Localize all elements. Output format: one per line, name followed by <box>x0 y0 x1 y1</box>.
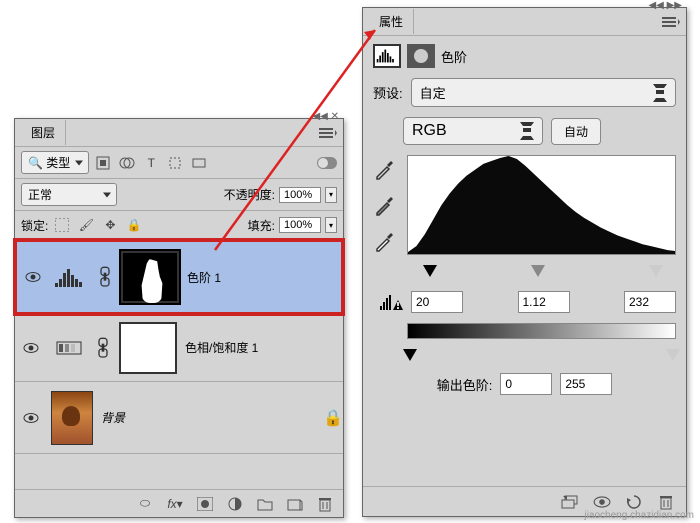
clip-warning-icon[interactable] <box>379 292 403 312</box>
preset-row: 预设: 自定 <box>373 78 676 107</box>
delete-layer-icon[interactable] <box>315 494 335 514</box>
layer-effects-icon[interactable]: fx▾ <box>165 494 185 514</box>
visibility-icon[interactable] <box>23 340 39 356</box>
visibility-icon[interactable] <box>25 269 41 285</box>
filter-smartobj-icon[interactable] <box>189 153 209 173</box>
layer-thumbnail[interactable] <box>51 391 93 445</box>
gray-eyedropper-icon[interactable] <box>373 195 395 217</box>
mask-link-icon[interactable] <box>97 266 113 287</box>
filter-type-label: 类型 <box>46 156 70 170</box>
lock-label: 锁定: <box>21 217 48 234</box>
output-black-field[interactable] <box>500 373 552 395</box>
delete-adjustment-icon[interactable] <box>656 492 676 512</box>
layer-name-label: 背景 <box>101 409 315 426</box>
mask-mode-icon[interactable] <box>407 44 435 68</box>
auto-button[interactable]: 自动 <box>551 118 601 145</box>
link-layers-icon[interactable]: ⬭ <box>135 494 155 514</box>
panel-collapse-icons[interactable]: ◀◀ ▶▶ <box>648 0 682 11</box>
preset-label: 预设: <box>373 83 403 102</box>
layer-name-label: 色相/饱和度 1 <box>185 339 339 356</box>
layer-hue-saturation[interactable]: 色相/饱和度 1 <box>15 314 343 382</box>
layer-mask-thumbnail[interactable] <box>119 322 177 374</box>
channel-row: RGB 自动 <box>373 117 676 145</box>
histogram-chart <box>407 155 676 255</box>
opacity-input[interactable]: 100% <box>279 187 321 203</box>
output-label: 输出色阶: <box>437 375 493 394</box>
output-white-slider[interactable] <box>666 349 680 361</box>
histogram-area <box>373 155 676 255</box>
panel-collapse-icons[interactable]: ◀◀ ✕ <box>312 111 339 122</box>
layers-panel: ◀◀ ✕ 图层 🔍 类型 T 正常 不透明度: 100% ▾ 锁定: 🖌 ✥ 🔒… <box>14 118 344 518</box>
opacity-label: 不透明度: <box>224 186 275 203</box>
new-adjustment-icon[interactable] <box>225 494 245 514</box>
fill-label: 填充: <box>248 217 275 234</box>
properties-panel: ◀◀ ▶▶ 属性 色阶 预设: 自定 RGB 自动 <box>362 7 687 517</box>
properties-panel-header: 属性 <box>363 8 686 36</box>
layers-panel-header: 图层 <box>15 119 343 147</box>
input-white-field[interactable] <box>624 291 676 313</box>
reset-icon[interactable] <box>624 492 644 512</box>
opacity-dropdown-icon[interactable]: ▾ <box>325 187 337 203</box>
lock-icon: 🔒 <box>323 408 339 428</box>
white-eyedropper-icon[interactable] <box>373 231 395 253</box>
input-gamma-field[interactable] <box>518 291 570 313</box>
levels-adjustment-icon <box>53 265 89 289</box>
fill-input[interactable]: 100% <box>279 217 321 233</box>
clip-to-layer-icon[interactable] <box>560 492 580 512</box>
layers-list: 色阶 1 色相/饱和度 1 背景 🔒 <box>15 238 343 454</box>
black-point-slider[interactable] <box>423 265 437 277</box>
lock-all-icon[interactable]: 🔒 <box>124 215 144 235</box>
filter-type-select[interactable]: 🔍 类型 <box>21 151 89 174</box>
preset-select[interactable]: 自定 <box>411 78 676 107</box>
white-point-slider[interactable] <box>649 265 663 277</box>
filter-shape-icon[interactable] <box>165 153 185 173</box>
output-white-field[interactable] <box>560 373 612 395</box>
hue-sat-adjustment-icon <box>51 336 87 360</box>
input-black-field[interactable] <box>411 291 463 313</box>
panel-menu-icon[interactable] <box>319 126 337 140</box>
visibility-icon[interactable] <box>23 410 39 426</box>
layer-background[interactable]: 背景 🔒 <box>15 382 343 454</box>
channel-select[interactable]: RGB <box>403 117 543 145</box>
layer-filter-row: 🔍 类型 T <box>15 147 343 179</box>
output-levels-row: 输出色阶: <box>373 373 676 395</box>
eyedroppers-column <box>373 155 399 255</box>
view-previous-icon[interactable] <box>592 492 612 512</box>
lock-position-icon[interactable]: ✥ <box>100 215 120 235</box>
output-slider-track <box>407 349 676 363</box>
levels-mode-icon[interactable] <box>373 44 401 68</box>
filter-toggle-icon[interactable] <box>317 153 337 173</box>
watermark-text: jiaocheng.chazidian.com <box>584 510 694 521</box>
layer-name-label: 色阶 1 <box>187 269 337 286</box>
lock-fill-row: 锁定: 🖌 ✥ 🔒 填充: 100% ▾ <box>15 211 343 240</box>
layers-panel-footer: ⬭ fx▾ <box>15 489 343 517</box>
lock-image-icon[interactable]: 🖌 <box>76 215 96 235</box>
filter-adjustment-icon[interactable] <box>117 153 137 173</box>
fill-dropdown-icon[interactable]: ▾ <box>325 217 337 233</box>
input-levels-row <box>373 291 676 313</box>
blend-opacity-row: 正常 不透明度: 100% ▾ <box>15 179 343 211</box>
blend-mode-select[interactable]: 正常 <box>21 183 117 206</box>
layer-mask-thumbnail[interactable] <box>121 251 179 303</box>
new-group-icon[interactable] <box>255 494 275 514</box>
filter-pixel-icon[interactable] <box>93 153 113 173</box>
output-black-slider[interactable] <box>403 349 417 361</box>
adjustment-type-row: 色阶 <box>373 44 676 68</box>
add-mask-icon[interactable] <box>195 494 215 514</box>
filter-type-icon[interactable]: T <box>141 153 161 173</box>
lock-transparent-icon[interactable] <box>52 215 72 235</box>
layer-levels[interactable]: 色阶 1 <box>13 238 345 316</box>
adjustment-name-label: 色阶 <box>441 47 467 66</box>
panel-menu-icon[interactable] <box>662 15 680 29</box>
black-eyedropper-icon[interactable] <box>373 159 395 181</box>
properties-body: 色阶 预设: 自定 RGB 自动 <box>363 36 686 403</box>
input-slider-track <box>407 265 676 281</box>
output-gradient-bar <box>407 323 676 339</box>
layers-tab[interactable]: 图层 <box>21 120 66 145</box>
properties-tab[interactable]: 属性 <box>369 9 414 34</box>
new-layer-icon[interactable] <box>285 494 305 514</box>
gray-point-slider[interactable] <box>531 265 545 277</box>
mask-link-icon[interactable] <box>95 337 111 358</box>
